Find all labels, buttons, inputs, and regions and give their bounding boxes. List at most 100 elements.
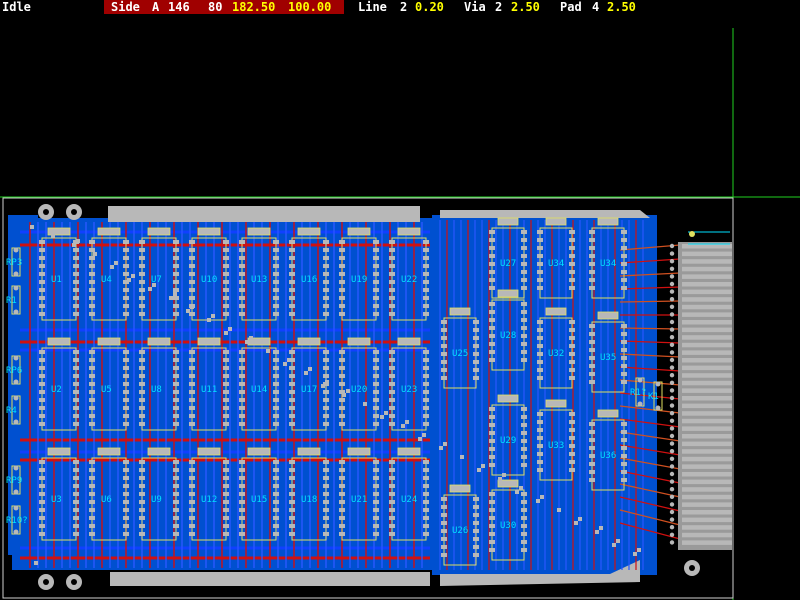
ic-u4-pinL-3: [89, 264, 95, 268]
ic-u6-cap: [97, 447, 121, 456]
ic-u3-pinR-2: [73, 476, 79, 480]
ic-right-8-label: U33: [548, 441, 564, 451]
finger-28: [682, 456, 732, 462]
ic-u14-pinL-7: [239, 406, 245, 410]
ic-u23-pinL-1: [389, 358, 395, 362]
ic-u22-cap: [397, 227, 421, 236]
ic-u11-pinR-1: [223, 358, 229, 362]
ic-u12-pinR-0: [223, 460, 229, 464]
ic-right-5-pinR-2: [569, 336, 575, 340]
ic-u6-pinL-4: [89, 492, 95, 496]
ic-right-9-pinL-7: [589, 478, 595, 482]
ic-right-1-cap: [545, 217, 567, 226]
ic-right-10-pinL-7: [441, 553, 447, 557]
finger-via-35: [669, 509, 675, 515]
ic-u16-cap: [297, 227, 321, 236]
finger-via-36: [669, 517, 675, 522]
ic-right-7-pinR-6: [521, 455, 527, 459]
ic-u14-pinR-2: [273, 366, 279, 370]
ic-u8-pinR-3: [173, 374, 179, 378]
ic-u24-pinR-7: [423, 516, 429, 520]
ic-u1-pinL-9: [39, 312, 45, 316]
ic-right-7-pinR-7: [521, 463, 527, 467]
ic-u21-cap: [347, 447, 371, 456]
ic-u14-pinR-1: [273, 358, 279, 362]
via-20: [110, 265, 114, 269]
finger-17: [682, 373, 732, 378]
pcb-canvas[interactable]: U1 U4 U7 U10 U13 U16 U19 U22U2 U5 U8 U11 U14 U17 U20 U…: [0, 0, 800, 600]
ic-u9-pinR-1: [173, 468, 179, 472]
ic-u21-pinL-3: [339, 484, 345, 488]
ic-u15-pinL-7: [239, 516, 245, 520]
ic-u9-pinL-0: [139, 460, 145, 464]
ic-u5-pinR-7: [123, 406, 129, 410]
ic-u15-pinL-2: [239, 476, 245, 480]
ic-u1-pinR-6: [73, 288, 79, 292]
ic-u22-pinR-1: [423, 248, 429, 252]
ic-u12-pinR-1: [223, 468, 229, 472]
res-pad-a-1: [13, 285, 19, 291]
ic-u14-label: U14: [251, 385, 267, 395]
ic-right-3-pinR-2: [473, 336, 479, 340]
ic-u11-pinR-0: [223, 350, 229, 354]
ic-u2-pinR-5: [73, 390, 79, 394]
res-pad-b-2: [13, 379, 19, 385]
ic-u9-pinR-9: [173, 532, 179, 536]
ic-u17-pinL-6: [289, 398, 295, 402]
finger-13: [682, 342, 732, 348]
ic-u4-pinR-3: [123, 264, 129, 268]
ic-u6-pinL-5: [89, 500, 95, 504]
ic-right-7-pinL-1: [489, 415, 495, 419]
ic-right-8-pinL-3: [537, 436, 543, 440]
ic-u23-pinL-3: [389, 374, 395, 378]
edge-connector: [669, 231, 732, 550]
ic-u18-pinR-9: [323, 532, 329, 536]
ic-u9-pinL-8: [139, 524, 145, 528]
ic-right-8-pinR-1: [569, 420, 575, 424]
ic-u21-pinR-3: [373, 484, 379, 488]
ic-right-11-pinR-5: [521, 532, 527, 536]
ic-u13-pinL-2: [239, 256, 245, 260]
res-pad-b-0: [13, 271, 19, 277]
ic-u21-pinL-9: [339, 532, 345, 536]
ic-right-4-pinR-7: [521, 358, 527, 362]
ic-u10-pinL-0: [189, 240, 195, 244]
ic-u11-label: U11: [201, 385, 217, 395]
ic-u10-pinR-3: [223, 264, 229, 268]
ic-u19-pinL-8: [339, 304, 345, 308]
ic-u11-pinL-0: [189, 350, 195, 354]
ic-u9-pinL-3: [139, 484, 145, 488]
via-8: [186, 309, 190, 313]
ic-u6-pinL-7: [89, 516, 95, 520]
ic-u24-pinL-0: [389, 460, 395, 464]
ic-u23-pinL-8: [389, 414, 395, 418]
ic-right-6-pinR-6: [621, 372, 627, 376]
ic-u4-pinL-1: [89, 248, 95, 252]
ic-u18-pinR-1: [323, 468, 329, 472]
ic-u7-pinR-7: [173, 296, 179, 300]
ic-u22-label: U22: [401, 275, 417, 285]
ic-u15-pinL-5: [239, 500, 245, 504]
res-pad-a-2: [13, 355, 19, 361]
ic-right-5-pinL-1: [537, 328, 543, 332]
ic-u15-pinL-8: [239, 524, 245, 528]
ic-u21-pinL-7: [339, 516, 345, 520]
res-pad-b-7: [655, 405, 661, 411]
ic-right-8-cap: [545, 399, 567, 408]
ic-u4-pinR-4: [123, 272, 129, 276]
ic-u3-pinR-6: [73, 508, 79, 512]
finger-via-21: [669, 403, 675, 408]
finger-18: [682, 380, 732, 386]
ic-u12-pinL-6: [189, 508, 195, 512]
finger-via-14: [669, 350, 675, 355]
ic-right-7-pinR-5: [521, 447, 527, 451]
ic-u22-pinL-6: [389, 288, 395, 292]
ic-right-2-pinL-4: [589, 262, 595, 266]
ic-u13-label: U13: [251, 275, 267, 285]
ic-u19-label: U19: [351, 275, 367, 285]
ic-u23-pinL-7: [389, 406, 395, 410]
ic-u5-pinL-4: [89, 382, 95, 386]
finger-via-3: [669, 266, 675, 271]
ic-u1-pinR-3: [73, 264, 79, 268]
ic-right-0-pinL-2: [489, 246, 495, 250]
